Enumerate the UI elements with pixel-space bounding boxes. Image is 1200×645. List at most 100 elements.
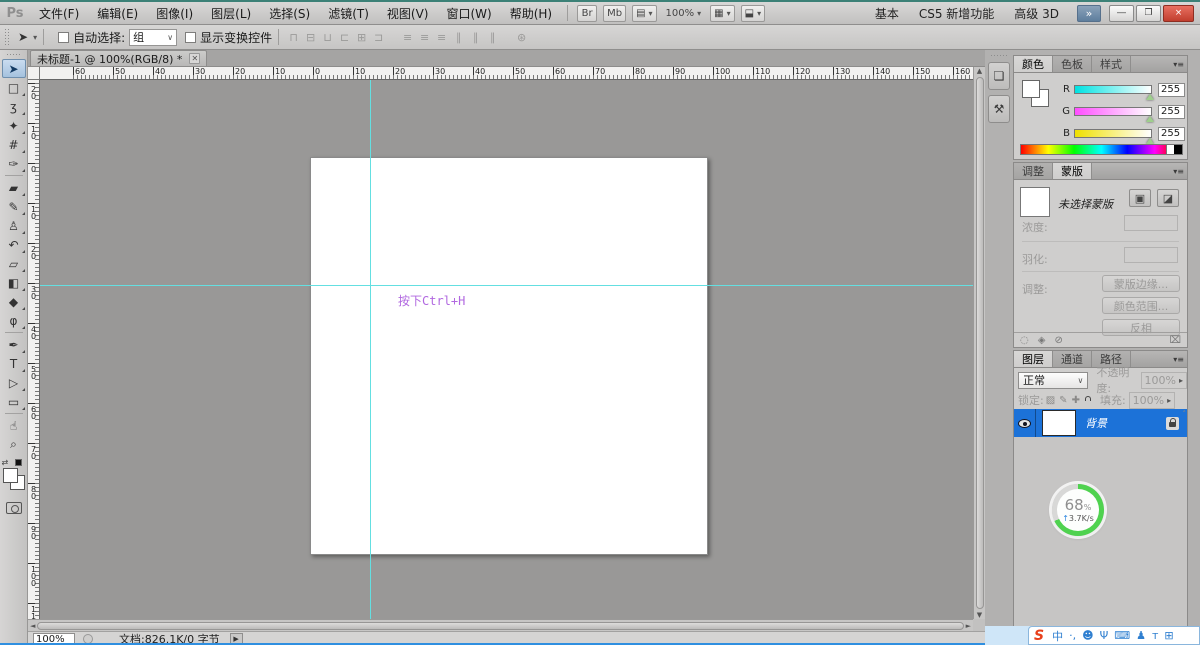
chevron-right-icon[interactable]: ▸: [1179, 376, 1183, 385]
account-icon[interactable]: ♟: [1136, 629, 1146, 642]
layer-visibility-toggle[interactable]: [1014, 409, 1036, 437]
lock-position-icon[interactable]: ✚: [1072, 395, 1080, 406]
zoom-tool[interactable]: ⌕: [2, 435, 26, 454]
add-vector-mask-button[interactable]: ◪: [1157, 189, 1179, 207]
distribute-vertical-centers-icon[interactable]: ≡: [416, 31, 433, 44]
voice-input-icon[interactable]: Ψ: [1100, 629, 1109, 642]
density-input[interactable]: [1124, 215, 1178, 231]
blend-mode-dropdown[interactable]: 正常 ∨: [1018, 371, 1089, 389]
quick-selection-tool[interactable]: ✦: [2, 116, 26, 135]
vertical-scrollbar[interactable]: ▲ ▼: [973, 67, 985, 619]
lock-transparent-pixels-icon[interactable]: ▨: [1046, 395, 1055, 406]
panel-menu-icon[interactable]: ▾≡: [1173, 355, 1187, 364]
quick-mask-mode-button[interactable]: [5, 502, 22, 514]
add-pixel-mask-button[interactable]: ▣: [1129, 189, 1151, 207]
bridge-button[interactable]: Br: [577, 4, 598, 22]
scroll-right-icon[interactable]: ►: [966, 622, 971, 630]
foreground-color-swatch[interactable]: [2, 468, 18, 483]
ruler-origin-box[interactable]: [28, 67, 40, 80]
auto-select-dropdown[interactable]: 组 ∨: [129, 28, 178, 46]
align-top-edges-icon[interactable]: ⊓: [285, 31, 302, 44]
horizontal-scrollbar[interactable]: ◄ ►: [28, 619, 973, 631]
menu-item-2[interactable]: 图像(I): [147, 2, 202, 24]
menu-item-4[interactable]: 选择(S): [260, 2, 319, 24]
color-panel-tab-2[interactable]: 样式: [1092, 56, 1131, 72]
vertical-ruler[interactable]: 20 10 0 10 20 30 40 50 60 70 80 90 100 110: [28, 80, 40, 626]
black-swatch[interactable]: [1174, 145, 1182, 154]
auto-select-checkbox[interactable]: [58, 31, 70, 43]
panel-menu-icon[interactable]: ▾≡: [1173, 167, 1187, 176]
channel-value-input[interactable]: 255: [1158, 104, 1185, 119]
color-panel-tab-0[interactable]: 颜色: [1014, 56, 1053, 72]
restore-button[interactable]: ❐: [1136, 4, 1161, 22]
scroll-left-icon[interactable]: ◄: [30, 622, 35, 630]
tools-panel-grip[interactable]: [5, 53, 22, 57]
scroll-up-icon[interactable]: ˄: [1183, 410, 1187, 418]
menu-item-7[interactable]: 窗口(W): [437, 2, 500, 24]
healing-brush-tool[interactable]: ▰: [2, 178, 26, 197]
history-panel-button[interactable]: ❏: [988, 62, 1010, 90]
chevron-right-icon[interactable]: ▸: [1167, 396, 1171, 405]
distribute-right-edges-icon[interactable]: ∥: [484, 31, 501, 44]
mini-bridge-button[interactable]: Mb: [603, 4, 627, 22]
rectangular-marquee-tool[interactable]: □: [2, 78, 26, 97]
align-bottom-edges-icon[interactable]: ⊔: [319, 31, 336, 44]
slider-thumb-icon[interactable]: [1146, 94, 1154, 100]
apply-mask-icon[interactable]: ◈: [1038, 335, 1046, 346]
workspace-button-1[interactable]: CS5 新增功能: [909, 5, 1004, 22]
brush-tool[interactable]: ✎: [2, 197, 26, 216]
lasso-tool[interactable]: ʒ: [2, 97, 26, 116]
gradient-tool[interactable]: ◧: [2, 273, 26, 292]
tool-preset-caret-icon[interactable]: ▾: [33, 33, 37, 42]
eraser-tool[interactable]: ▱: [2, 254, 26, 273]
channel-value-input[interactable]: 255: [1158, 82, 1185, 97]
clone-stamp-tool[interactable]: ♙: [2, 216, 26, 235]
horizontal-ruler[interactable]: 60 50 40 30 20 10 0 10 20 30 40 50 60 70 80 90 100 110 120…: [40, 67, 973, 80]
auto-align-layers-icon[interactable]: ⊛: [513, 31, 530, 44]
emoji-icon[interactable]: ☻: [1082, 629, 1093, 642]
path-selection-tool[interactable]: ▷: [2, 373, 26, 392]
blur-tool[interactable]: ◆: [2, 292, 26, 311]
layers-panel-tab-1[interactable]: 通道: [1053, 351, 1092, 367]
layer-thumbnail[interactable]: [1042, 410, 1076, 436]
dock-strip-grip[interactable]: [990, 54, 1008, 58]
close-button[interactable]: ×: [1163, 4, 1194, 22]
align-vertical-centers-icon[interactable]: ⊟: [302, 31, 319, 44]
horizontal-guide[interactable]: [40, 285, 973, 286]
white-swatch[interactable]: [1166, 145, 1174, 154]
vertical-guide[interactable]: [370, 80, 371, 619]
eyedropper-tool[interactable]: ✑: [2, 154, 26, 173]
align-right-edges-icon[interactable]: ⊐: [370, 31, 387, 44]
menu-item-8[interactable]: 帮助(H): [501, 2, 561, 24]
workspace-button-0[interactable]: 基本: [865, 5, 909, 22]
rectangle-tool[interactable]: ▭: [2, 392, 26, 411]
vertical-scroll-thumb[interactable]: [975, 77, 984, 609]
distribute-horizontal-centers-icon[interactable]: ∥: [467, 31, 484, 44]
options-bar-grip[interactable]: [4, 28, 10, 46]
layers-panel-tab-0[interactable]: 图层: [1014, 351, 1053, 367]
hand-tool[interactable]: ☝: [2, 416, 26, 435]
channel-slider-G[interactable]: [1074, 107, 1154, 122]
workspace-button-2[interactable]: 高级 3D: [1004, 5, 1069, 22]
default-colors-icon[interactable]: [14, 459, 22, 466]
foreground-color-swatch[interactable]: [1022, 80, 1040, 98]
distribute-bottom-edges-icon[interactable]: ≡: [433, 31, 450, 44]
zoom-level-button[interactable]: 100% ▾: [663, 5, 705, 22]
menu-item-3[interactable]: 图层(L): [202, 2, 260, 24]
color-panel-tab-1[interactable]: 色板: [1053, 56, 1092, 72]
masks-panel-tab-1[interactable]: 蒙版: [1053, 163, 1092, 179]
show-transform-checkbox[interactable]: [185, 31, 197, 43]
menu-item-1[interactable]: 编辑(E): [88, 2, 147, 24]
menu-item-5[interactable]: 滤镜(T): [319, 2, 378, 24]
menu-item-0[interactable]: 文件(F): [30, 2, 88, 24]
arrange-documents-button[interactable]: ▦ ▾: [710, 4, 735, 22]
scroll-up-icon[interactable]: ▲: [977, 67, 982, 75]
type-tool[interactable]: T: [2, 354, 26, 373]
soft-keyboard-icon[interactable]: ⌨: [1114, 629, 1130, 642]
download-progress-widget[interactable]: 68% ↑3.7K/s: [1052, 484, 1104, 536]
opacity-input[interactable]: 100% ▸: [1140, 371, 1187, 389]
screen-mode-button[interactable]: ⬓ ▾: [740, 4, 766, 22]
close-tab-icon[interactable]: ✕: [189, 53, 201, 64]
tool-presets-panel-button[interactable]: ⚒: [988, 95, 1010, 123]
view-extras-button[interactable]: ▤ ▾: [632, 4, 657, 22]
